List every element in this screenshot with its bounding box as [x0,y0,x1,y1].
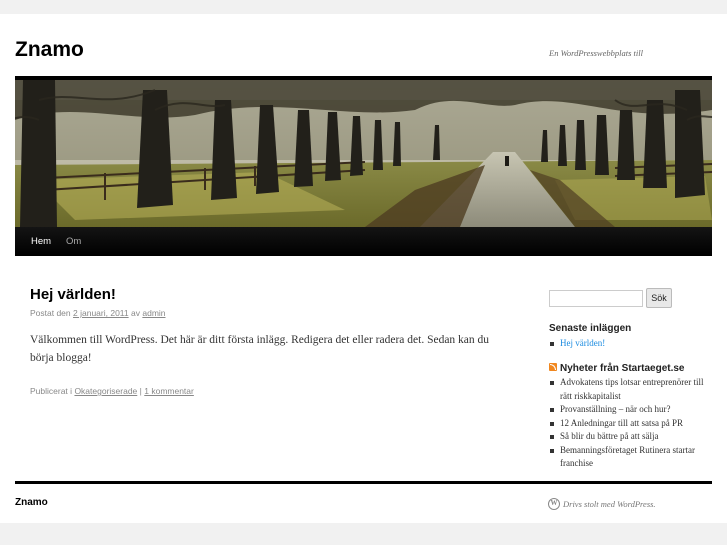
footer-site-name[interactable]: Znamo [15,497,48,508]
post-comments-link[interactable]: 1 kommentar [144,386,194,396]
rss-icon[interactable] [549,363,557,371]
nav-item-home[interactable]: Hem [31,227,51,256]
site-title[interactable]: Znamo [15,38,84,62]
post-author-link[interactable]: admin [142,308,165,318]
site-description: En WordPresswebbplats till [549,48,643,58]
news-widget-title-text[interactable]: Nyheter från Startaeget.se [560,363,685,374]
recent-post-item[interactable]: Hej världen! [549,337,709,351]
header-banner-image [15,80,712,227]
post-meta-prefix: Postat den [30,308,71,318]
post-utility-separator: | [139,386,142,396]
news-item[interactable]: Så blir du bättre på att sälja [549,430,709,444]
recent-posts-list: Hej världen! [549,337,709,351]
post-date-link[interactable]: 2 januari, 2011 [73,308,129,318]
post-content: Välkommen till WordPress. Det här är dit… [30,334,490,364]
nav-item-about[interactable]: Om [66,227,81,256]
recent-posts-title: Senaste inläggen [549,323,632,334]
post-title[interactable]: Hej världen! [30,286,116,303]
news-item[interactable]: Provanställning – när och hur? [549,403,709,417]
footer-credit[interactable]: W Drivs stolt med WordPress. [548,498,656,510]
news-widget-title[interactable]: Nyheter från Startaeget.se [549,363,685,374]
news-item[interactable]: Advokatens tips lotsar entreprenörer til… [549,376,709,403]
search-button[interactable]: Sök [646,288,672,308]
post-utility: Publicerat i Okategoriserade | 1 komment… [30,386,194,396]
news-item[interactable]: 12 Anledningar till att satsa på PR [549,417,709,431]
news-list: Advokatens tips lotsar entreprenörer til… [549,376,709,471]
wordpress-icon[interactable]: W [548,498,560,510]
search-input[interactable] [549,290,643,307]
post-category-link[interactable]: Okategoriserade [74,386,137,396]
footer-divider [15,481,712,484]
page-wrapper: Znamo En WordPresswebbplats till Hem Om … [0,14,727,523]
footer-credit-text[interactable]: Drivs stolt med WordPress. [563,499,656,509]
post-meta: Postat den 2 januari, 2011 av admin [30,308,166,318]
news-item[interactable]: Bemanningsföretaget Rutinera startar fra… [549,444,709,471]
post-category-prefix: Publicerat i [30,386,73,396]
main-navigation: Hem Om [15,227,712,256]
post-meta-by: av [131,308,140,318]
